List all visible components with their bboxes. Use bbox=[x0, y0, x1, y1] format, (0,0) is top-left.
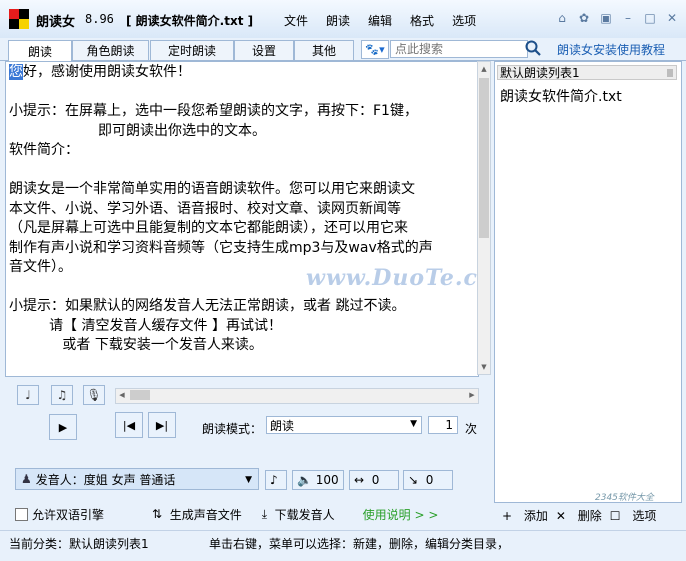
speed-control[interactable]: ↔ 0 bbox=[349, 470, 399, 490]
scrollbar-thumb[interactable] bbox=[479, 78, 489, 238]
editor-line: 软件简介： bbox=[9, 142, 79, 158]
chevron-down-icon: ▼ bbox=[245, 475, 252, 485]
editor-line: 制作有声小说和学习资料音频等（它支持生成mp3与及wav格式的声 bbox=[9, 239, 433, 256]
menu-format[interactable]: 格式 bbox=[410, 12, 434, 29]
menu-edit[interactable]: 编辑 bbox=[368, 12, 392, 29]
editor-line: 音文件）。 bbox=[9, 259, 72, 275]
search-icon[interactable] bbox=[524, 39, 542, 57]
editor-line: 好，感谢使用朗读女软件！ bbox=[23, 64, 191, 80]
music-icon[interactable]: ♫ bbox=[51, 385, 73, 405]
text-doc-icon[interactable]: ♩ bbox=[17, 385, 39, 405]
editor-content[interactable]: 您好，感谢使用朗读女软件！ 小提示：在屏幕上，选中一段您希望朗读的文字，再按下：… bbox=[9, 63, 475, 356]
settings-icon[interactable]: ✿ bbox=[576, 10, 592, 26]
person-icon: ♟ bbox=[21, 472, 32, 486]
play-button[interactable]: ▶ bbox=[49, 414, 77, 440]
document-title: [ 朗读女软件简介.txt ] bbox=[126, 14, 254, 28]
next-button[interactable]: ▶| bbox=[148, 412, 176, 438]
microphone-icon[interactable]: 🎙 bbox=[83, 385, 105, 405]
editor-line: 小提示：在屏幕上，选中一段您希望朗读的文字，再按下：F1键， bbox=[9, 103, 418, 119]
download-voice-button[interactable]: ⤓ 下载发音人 bbox=[262, 506, 335, 523]
status-bar: 当前分类：默认朗读列表1 单击右键，菜单可以选择：新建，删除，编辑分类目录， bbox=[0, 530, 686, 561]
editor-line: 本文件、小说、学习外语、语音报时、校对文章、读网页新闻等 bbox=[9, 200, 401, 217]
read-list-select[interactable]: 默认朗读列表1 bbox=[497, 65, 677, 80]
tab-role-read[interactable]: 角色朗读 bbox=[72, 40, 149, 60]
maximize-icon[interactable]: □ bbox=[642, 10, 658, 26]
voice-settings-icon[interactable]: ♪ bbox=[265, 470, 287, 490]
repeat-count-input[interactable]: 1 bbox=[428, 416, 458, 434]
repeat-unit: 次 bbox=[465, 422, 478, 436]
scroll-down-icon[interactable]: ▼ bbox=[478, 361, 490, 373]
skin-icon[interactable]: ▣ bbox=[598, 10, 614, 26]
menu-file[interactable]: 文件 bbox=[284, 12, 308, 29]
read-list-footer: + 添加 ✕ 删除 ☐ 选项 bbox=[494, 503, 680, 527]
tab-timed-read[interactable]: 定时朗读 bbox=[150, 40, 234, 60]
list-item[interactable]: 朗读女软件简介.txt bbox=[500, 86, 622, 106]
read-list-panel: 默认朗读列表1 朗读女软件简介.txt bbox=[494, 61, 682, 503]
menu-bar: 文件 朗读 编辑 格式 选项 bbox=[284, 12, 476, 29]
app-name: 朗读女 bbox=[36, 15, 76, 30]
tutorial-link[interactable]: 朗读女安装使用教程 bbox=[557, 41, 665, 58]
bilingual-label: 允许双语引擎 bbox=[32, 507, 105, 522]
corner-watermark: 2345软件大全 bbox=[595, 493, 654, 503]
close-icon[interactable]: ✕ bbox=[664, 10, 680, 26]
editor-line: （凡是屏幕上可选中且能复制的文本它都能朗读），还可以用它来 bbox=[9, 220, 408, 236]
scroll-up-icon[interactable]: ▲ bbox=[478, 63, 490, 75]
scroll-left-icon[interactable]: ◀ bbox=[116, 389, 128, 401]
editor-line: 或者 下载安装一个发音人来读。 bbox=[9, 337, 263, 353]
generate-audio-button[interactable]: ⇅ 生成声音文件 bbox=[152, 506, 242, 523]
read-mode-select[interactable]: 朗读 ▼ bbox=[266, 416, 422, 434]
previous-button[interactable]: |◀ bbox=[115, 412, 143, 438]
editor-line: 即可朗读出你选中的文本。 bbox=[9, 122, 267, 139]
search-input[interactable] bbox=[390, 40, 528, 58]
scroll-right-icon[interactable]: ▶ bbox=[466, 389, 478, 401]
watermark: www.DuoTe.com bbox=[306, 265, 478, 291]
minimize-icon[interactable]: – bbox=[620, 10, 636, 26]
voice-select[interactable]: ♟ 发音人：度姐 女声 普通话 ▼ bbox=[15, 468, 259, 490]
app-version: 8.96 bbox=[85, 12, 114, 26]
menu-read[interactable]: 朗读 bbox=[326, 12, 350, 29]
editor-line: 朗读女是一个非常简单实用的语音朗读软件。您可以用它来朗读文 bbox=[9, 181, 415, 197]
pitch-control[interactable]: ↘ 0 bbox=[403, 470, 453, 490]
editor-scrollbar[interactable]: ▲ ▼ bbox=[477, 61, 491, 375]
current-category: 当前分类：默认朗读列表1 bbox=[9, 537, 149, 551]
editor-line: 请【 清空发音人缓存文件 】再试试！ bbox=[9, 317, 282, 334]
volume-control[interactable]: 🔈 100 bbox=[292, 470, 344, 490]
bilingual-checkbox[interactable] bbox=[15, 507, 28, 521]
tab-settings[interactable]: 设置 bbox=[234, 40, 294, 60]
app-logo-icon bbox=[9, 9, 29, 29]
delete-button[interactable]: ✕ 删除 bbox=[556, 507, 602, 524]
status-hint: 单击右键，菜单可以选择：新建，删除，编辑分类目录， bbox=[209, 537, 510, 551]
progress-thumb[interactable] bbox=[130, 390, 150, 400]
tab-other[interactable]: 其他 bbox=[294, 40, 354, 60]
add-button[interactable]: + 添加 bbox=[502, 507, 548, 524]
player-controls: ♩ ♫ 🎙 ◀ ▶ ▶ |◀ ▶| 朗读模式： 朗读 ▼ 1 次 ♟ 发音人：度… bbox=[5, 378, 491, 500]
voice-value: 发音人：度姐 女声 普通话 bbox=[35, 472, 176, 487]
menu-options[interactable]: 选项 bbox=[452, 12, 476, 29]
action-row: 允许双语引擎 ⇅ 生成声音文件 ⤓ 下载发音人 使用说明 > > bbox=[5, 504, 491, 524]
help-link[interactable]: 使用说明 > > bbox=[363, 506, 439, 523]
selected-char: 您 bbox=[9, 64, 23, 80]
tab-read[interactable]: 朗读 bbox=[8, 40, 72, 61]
list-options-button[interactable]: ☐ 选项 bbox=[610, 507, 657, 524]
list-scroll-icon[interactable] bbox=[667, 69, 673, 77]
chevron-down-icon: ▼ bbox=[410, 419, 417, 429]
read-list-select-value: 默认朗读列表1 bbox=[500, 66, 580, 80]
search-engine-icon[interactable]: 🐾▾ bbox=[361, 40, 389, 59]
progress-scrollbar[interactable]: ◀ ▶ bbox=[115, 388, 479, 404]
title-bar: 朗读女 8.96 [ 朗读女软件简介.txt ] 文件 朗读 编辑 格式 选项 … bbox=[0, 0, 686, 38]
text-editor[interactable]: 您好，感谢使用朗读女软件！ 小提示：在屏幕上，选中一段您希望朗读的文字，再按下：… bbox=[5, 61, 479, 377]
read-mode-value: 朗读 bbox=[270, 418, 295, 433]
window-controls: ⌂ ✿ ▣ – □ ✕ bbox=[554, 10, 680, 26]
read-mode-label: 朗读模式： bbox=[202, 422, 263, 436]
editor-line: 小提示：如果默认的网络发音人无法正常朗读，或者 跳过不读。 bbox=[9, 298, 406, 314]
home-icon[interactable]: ⌂ bbox=[554, 10, 570, 26]
